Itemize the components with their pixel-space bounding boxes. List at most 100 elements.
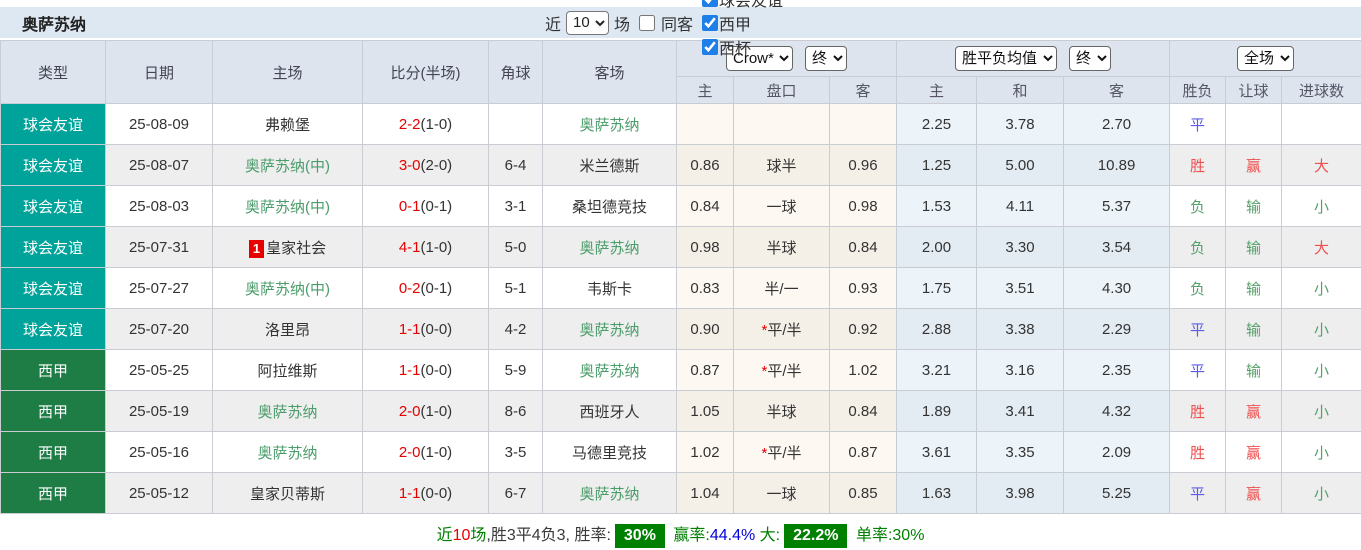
fulltime-score: 1-1	[399, 362, 421, 379]
cell-result-handicap: 赢	[1226, 473, 1282, 514]
cell-result-outcome: 平	[1170, 309, 1226, 350]
cell-away-team: 奥萨苏纳	[543, 227, 677, 268]
recent-label: 近	[545, 11, 561, 35]
cell-avg-home-odds: 3.61	[897, 432, 977, 473]
cell-home-team: 弗赖堡	[213, 104, 363, 145]
cell-result-goals: 小	[1282, 473, 1361, 514]
cell-competition-type: 球会友谊	[1, 104, 106, 145]
cell-result-goals: 小	[1282, 186, 1361, 227]
cell-away-team: 桑坦德竞技	[543, 186, 677, 227]
cell-handicap-away-odds: 0.84	[830, 391, 897, 432]
cell-handicap-line	[734, 104, 830, 145]
home-team-name: 奥萨苏纳	[257, 404, 317, 421]
competition-label-0: 球会友谊	[719, 0, 783, 11]
cell-avg-draw-odds: 3.16	[977, 350, 1064, 391]
sub-header-avg-home: 主	[897, 77, 977, 104]
competition-checkbox-1[interactable]	[702, 15, 718, 31]
cell-competition-type: 球会友谊	[1, 227, 106, 268]
cell-avg-home-odds: 1.89	[897, 391, 977, 432]
cell-result-outcome: 平	[1170, 350, 1226, 391]
cell-handicap-away-odds: 0.98	[830, 186, 897, 227]
summary-recent-label: 近	[437, 527, 453, 544]
col-header-corner: 角球	[489, 41, 543, 104]
cell-score: 1-1(0-0)	[363, 350, 489, 391]
cell-competition-type: 西甲	[1, 473, 106, 514]
cell-corner: 3-5	[489, 432, 543, 473]
competition-checkbox-2[interactable]	[702, 39, 718, 55]
cell-result-goals: 小	[1282, 432, 1361, 473]
cell-handicap-home-odds: 1.02	[677, 432, 734, 473]
competition-filters: 球会友谊西甲西杯	[698, 0, 783, 59]
cell-avg-home-odds: 3.21	[897, 350, 977, 391]
handicap-state-select[interactable]: 终	[805, 46, 847, 71]
cell-score: 1-1(0-0)	[363, 473, 489, 514]
cell-result-handicap: 赢	[1226, 145, 1282, 186]
cell-avg-away-odds: 4.30	[1064, 268, 1170, 309]
fulltime-score: 1-1	[399, 321, 421, 338]
cell-score: 0-2(0-1)	[363, 268, 489, 309]
cell-avg-draw-odds: 3.38	[977, 309, 1064, 350]
handicap-line-text: 平/半	[767, 322, 801, 339]
away-team-name: 奥萨苏纳	[579, 117, 639, 134]
avg-odds-select[interactable]: 胜平负均值	[955, 46, 1057, 71]
halftime-score: (0-0)	[421, 485, 453, 502]
cell-handicap-home-odds: 1.05	[677, 391, 734, 432]
sub-header-avg-away: 客	[1064, 77, 1170, 104]
cell-handicap-line: 一球	[734, 473, 830, 514]
cell-result-outcome: 胜	[1170, 432, 1226, 473]
handicap-line-text: 球半	[766, 158, 796, 175]
cell-date: 25-05-25	[106, 350, 213, 391]
fulltime-select[interactable]: 全场	[1237, 46, 1294, 71]
fulltime-score: 0-1	[399, 198, 421, 215]
halftime-score: (0-0)	[421, 321, 453, 338]
cell-result-outcome: 负	[1170, 186, 1226, 227]
cell-away-team: 西班牙人	[543, 391, 677, 432]
sub-header-handicap-line: 盘口	[734, 77, 830, 104]
win-rate-badge: 30%	[615, 524, 665, 548]
cell-handicap-home-odds: 0.86	[677, 145, 734, 186]
home-team-name: 洛里昂	[265, 322, 310, 339]
cell-away-team: 马德里竞技	[543, 432, 677, 473]
halftime-score: (0-1)	[421, 280, 453, 297]
cell-handicap-line: *平/半	[734, 350, 830, 391]
cell-handicap-home-odds: 0.84	[677, 186, 734, 227]
cell-corner: 5-1	[489, 268, 543, 309]
col-header-type: 类型	[1, 41, 106, 104]
cell-away-team: 奥萨苏纳	[543, 350, 677, 391]
cell-date: 25-07-31	[106, 227, 213, 268]
cell-result-handicap: 输	[1226, 186, 1282, 227]
avg-state-select[interactable]: 终	[1069, 46, 1111, 71]
cell-handicap-away-odds: 0.93	[830, 268, 897, 309]
cell-result-handicap	[1226, 104, 1282, 145]
same-venue-checkbox[interactable]	[639, 15, 655, 31]
big-label: 大:	[760, 527, 780, 544]
sub-header-goals-result: 进球数	[1282, 77, 1361, 104]
handicap-line-text: 半球	[766, 404, 796, 421]
cell-avg-away-odds: 4.32	[1064, 391, 1170, 432]
cell-handicap-away-odds: 0.92	[830, 309, 897, 350]
cell-competition-type: 西甲	[1, 391, 106, 432]
halftime-score: (1-0)	[421, 116, 453, 133]
fulltime-score: 4-1	[399, 239, 421, 256]
cell-corner: 4-2	[489, 309, 543, 350]
cell-result-goals: 大	[1282, 227, 1361, 268]
away-team-name: 奥萨苏纳	[579, 322, 639, 339]
recent-count-select[interactable]: 10	[566, 11, 609, 35]
cell-avg-draw-odds: 3.51	[977, 268, 1064, 309]
cell-competition-type: 西甲	[1, 432, 106, 473]
halftime-score: (0-1)	[421, 198, 453, 215]
cell-handicap-line: 半球	[734, 391, 830, 432]
competition-filter-0: 球会友谊	[698, 0, 783, 11]
cell-date: 25-05-16	[106, 432, 213, 473]
same-venue-label: 同客	[661, 11, 693, 35]
cell-avg-draw-odds: 5.00	[977, 145, 1064, 186]
halftime-score: (1-0)	[421, 403, 453, 420]
competition-checkbox-0[interactable]	[702, 0, 718, 7]
cell-result-handicap: 输	[1226, 309, 1282, 350]
halftime-score: (2-0)	[421, 157, 453, 174]
cell-corner	[489, 104, 543, 145]
cell-avg-home-odds: 1.63	[897, 473, 977, 514]
match-row: 西甲25-05-19奥萨苏纳2-0(1-0)8-6西班牙人1.05半球0.841…	[1, 391, 1361, 432]
cell-result-goals: 小	[1282, 309, 1361, 350]
cell-result-outcome: 平	[1170, 104, 1226, 145]
